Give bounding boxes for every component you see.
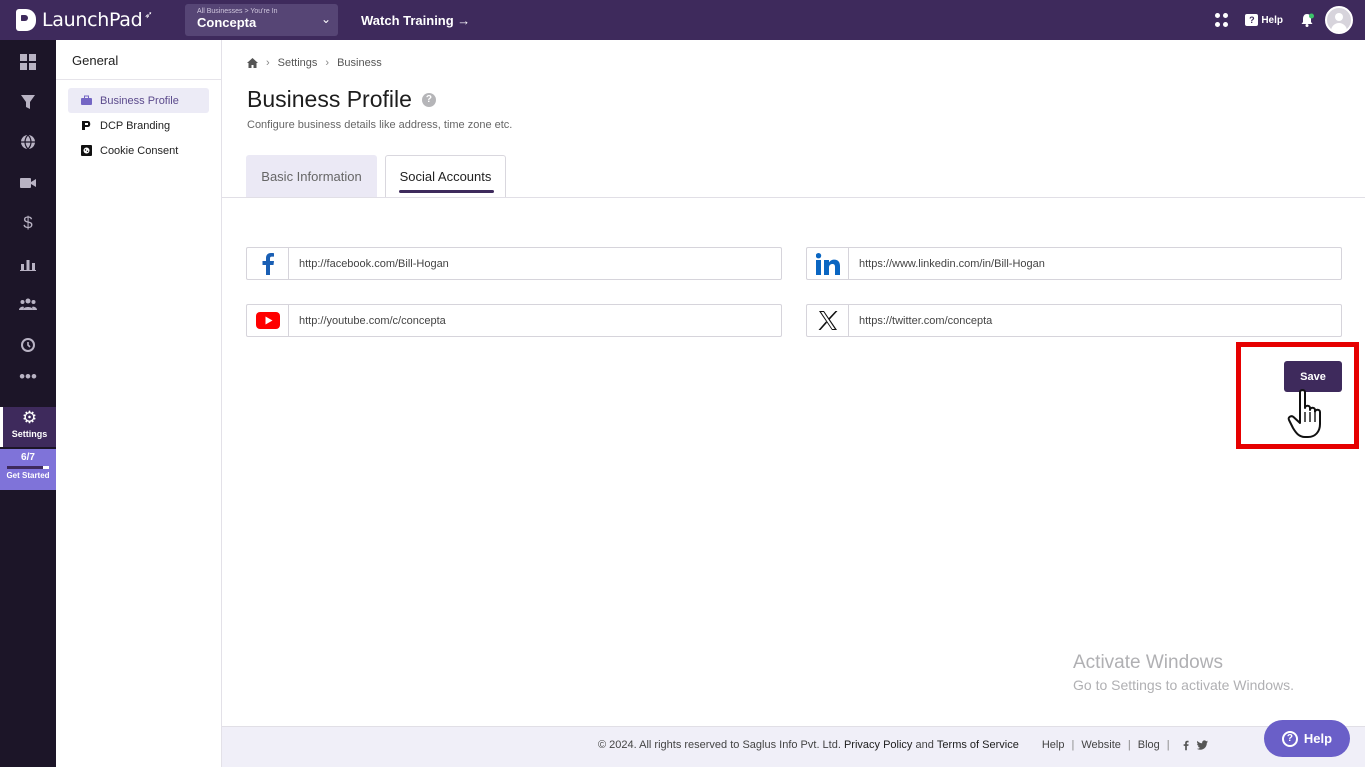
app-name: LaunchPad (42, 9, 143, 31)
page-subtitle: Configure business details like address,… (247, 119, 513, 131)
home-icon[interactable] (247, 58, 258, 68)
dashboard-icon[interactable] (0, 42, 56, 82)
chevron-down-icon: ⌄ (320, 12, 331, 26)
footer-divider: | (1071, 739, 1075, 751)
branding-logo-icon (82, 121, 91, 130)
more-icon[interactable]: ••• (0, 357, 56, 397)
sidebar-item-label: DCP Branding (100, 119, 171, 132)
linkedin-icon (807, 248, 849, 279)
facebook-footer-icon[interactable] (1183, 740, 1189, 751)
twitter-footer-icon[interactable] (1196, 739, 1208, 750)
progress-bar-fill (7, 466, 43, 469)
business-name: Concepta (197, 15, 257, 30)
footer-blog-link[interactable]: Blog (1138, 739, 1160, 751)
facebook-url-field[interactable]: http://facebook.com/Bill-Hogan (246, 247, 782, 280)
settings-sidebar: General Business Profile DCP Branding Co… (56, 40, 222, 767)
rocket-icon: ➶ (144, 9, 153, 21)
x-twitter-icon (807, 305, 849, 336)
facebook-url-input[interactable]: http://facebook.com/Bill-Hogan (289, 248, 781, 279)
help-menu-button[interactable]: ? Help (1245, 14, 1283, 26)
footer-help-link[interactable]: Help (1042, 739, 1065, 751)
footer-divider: | (1166, 739, 1170, 751)
help-circle-icon: ? (1281, 730, 1298, 747)
users-icon[interactable] (0, 284, 56, 324)
twitter-url-input[interactable]: https://twitter.com/concepta (849, 305, 1341, 336)
launchpad-logo-icon (16, 9, 36, 31)
get-started-label: Get Started (6, 471, 50, 480)
footer-and: and (915, 739, 934, 751)
chevron-right-icon: › (325, 57, 330, 69)
globe-icon[interactable] (0, 122, 56, 162)
twitter-url-field[interactable]: https://twitter.com/concepta (806, 304, 1342, 337)
progress-count: 6/7 (21, 452, 35, 463)
facebook-icon (247, 248, 289, 279)
settings-nav-item[interactable]: ⚙ Settings (0, 407, 56, 447)
sidebar-item-cookie-consent[interactable]: Cookie Consent (68, 138, 209, 163)
footer-website-link[interactable]: Website (1081, 739, 1121, 751)
terms-of-service-link[interactable]: Terms of Service (937, 739, 1019, 751)
tab-label: Basic Information (261, 168, 362, 184)
settings-nav-label: Settings (11, 429, 48, 439)
linkedin-url-field[interactable]: https://www.linkedin.com/in/Bill-Hogan (806, 247, 1342, 280)
active-tab-indicator (399, 190, 494, 193)
footer-divider: | (1127, 739, 1131, 751)
tabs-divider (222, 197, 1365, 198)
cookie-icon (81, 145, 92, 156)
sidebar-item-label: Cookie Consent (100, 144, 179, 157)
get-started-progress[interactable]: 6/7 Get Started (0, 449, 56, 490)
activation-watermark-title: Activate Windows (1073, 652, 1223, 673)
user-avatar[interactable] (1325, 6, 1353, 34)
help-icon: ? (1245, 14, 1259, 26)
privacy-policy-link[interactable]: Privacy Policy (844, 739, 912, 751)
video-icon[interactable] (0, 163, 56, 203)
breadcrumb: › Settings › Business (247, 57, 382, 69)
tab-label: Social Accounts (399, 169, 492, 184)
gear-icon: ⚙ (21, 408, 38, 427)
floating-help-label: Help (1303, 731, 1333, 746)
floating-help-button[interactable]: ? Help (1264, 720, 1350, 757)
main-nav-rail: $ ••• ⚙ Settings 6/7 Get Started (0, 40, 56, 767)
breadcrumb-settings[interactable]: Settings (278, 57, 318, 69)
bell-icon[interactable] (1299, 12, 1315, 28)
briefcase-icon (81, 95, 92, 105)
top-bar: LaunchPad ➶ All Businesses > You're In C… (0, 0, 1365, 40)
help-menu-label: Help (1261, 14, 1283, 26)
youtube-url-input[interactable]: http://youtube.com/c/concepta (289, 305, 781, 336)
hand-pointer-cursor-icon (1287, 389, 1321, 438)
funnel-icon[interactable] (0, 82, 56, 122)
sidebar-item-label: Business Profile (100, 94, 179, 107)
youtube-icon (247, 305, 289, 336)
watch-training-link[interactable]: Watch Training → (361, 13, 470, 28)
tab-basic-information[interactable]: Basic Information (246, 155, 377, 197)
apps-grid-icon[interactable] (1215, 13, 1229, 27)
help-question-icon[interactable]: ? (421, 92, 436, 107)
dollar-icon[interactable]: $ (0, 203, 56, 243)
analytics-icon[interactable] (0, 244, 56, 284)
page-title: Business Profile (247, 86, 412, 112)
chevron-right-icon: › (266, 57, 270, 69)
breadcrumb-business: Business (337, 57, 382, 69)
sidebar-item-dcp-branding[interactable]: DCP Branding (68, 113, 209, 138)
linkedin-url-input[interactable]: https://www.linkedin.com/in/Bill-Hogan (849, 248, 1341, 279)
activation-watermark-subtitle: Go to Settings to activate Windows. (1073, 677, 1294, 693)
page-title-row: Business Profile ? (247, 86, 436, 113)
sidebar-item-business-profile[interactable]: Business Profile (68, 88, 209, 113)
footer-copyright: © 2024. All rights reserved to Saglus In… (598, 739, 841, 751)
app-logo[interactable]: LaunchPad ➶ (16, 9, 176, 31)
tab-social-accounts[interactable]: Social Accounts (385, 155, 506, 197)
settings-section-heading: General (56, 40, 221, 80)
progress-bar (7, 466, 49, 469)
page-footer: © 2024. All rights reserved to Saglus In… (222, 726, 1365, 767)
business-selector[interactable]: All Businesses > You're In Concepta ⌄ (185, 4, 338, 36)
youtube-url-field[interactable]: http://youtube.com/c/concepta (246, 304, 782, 337)
